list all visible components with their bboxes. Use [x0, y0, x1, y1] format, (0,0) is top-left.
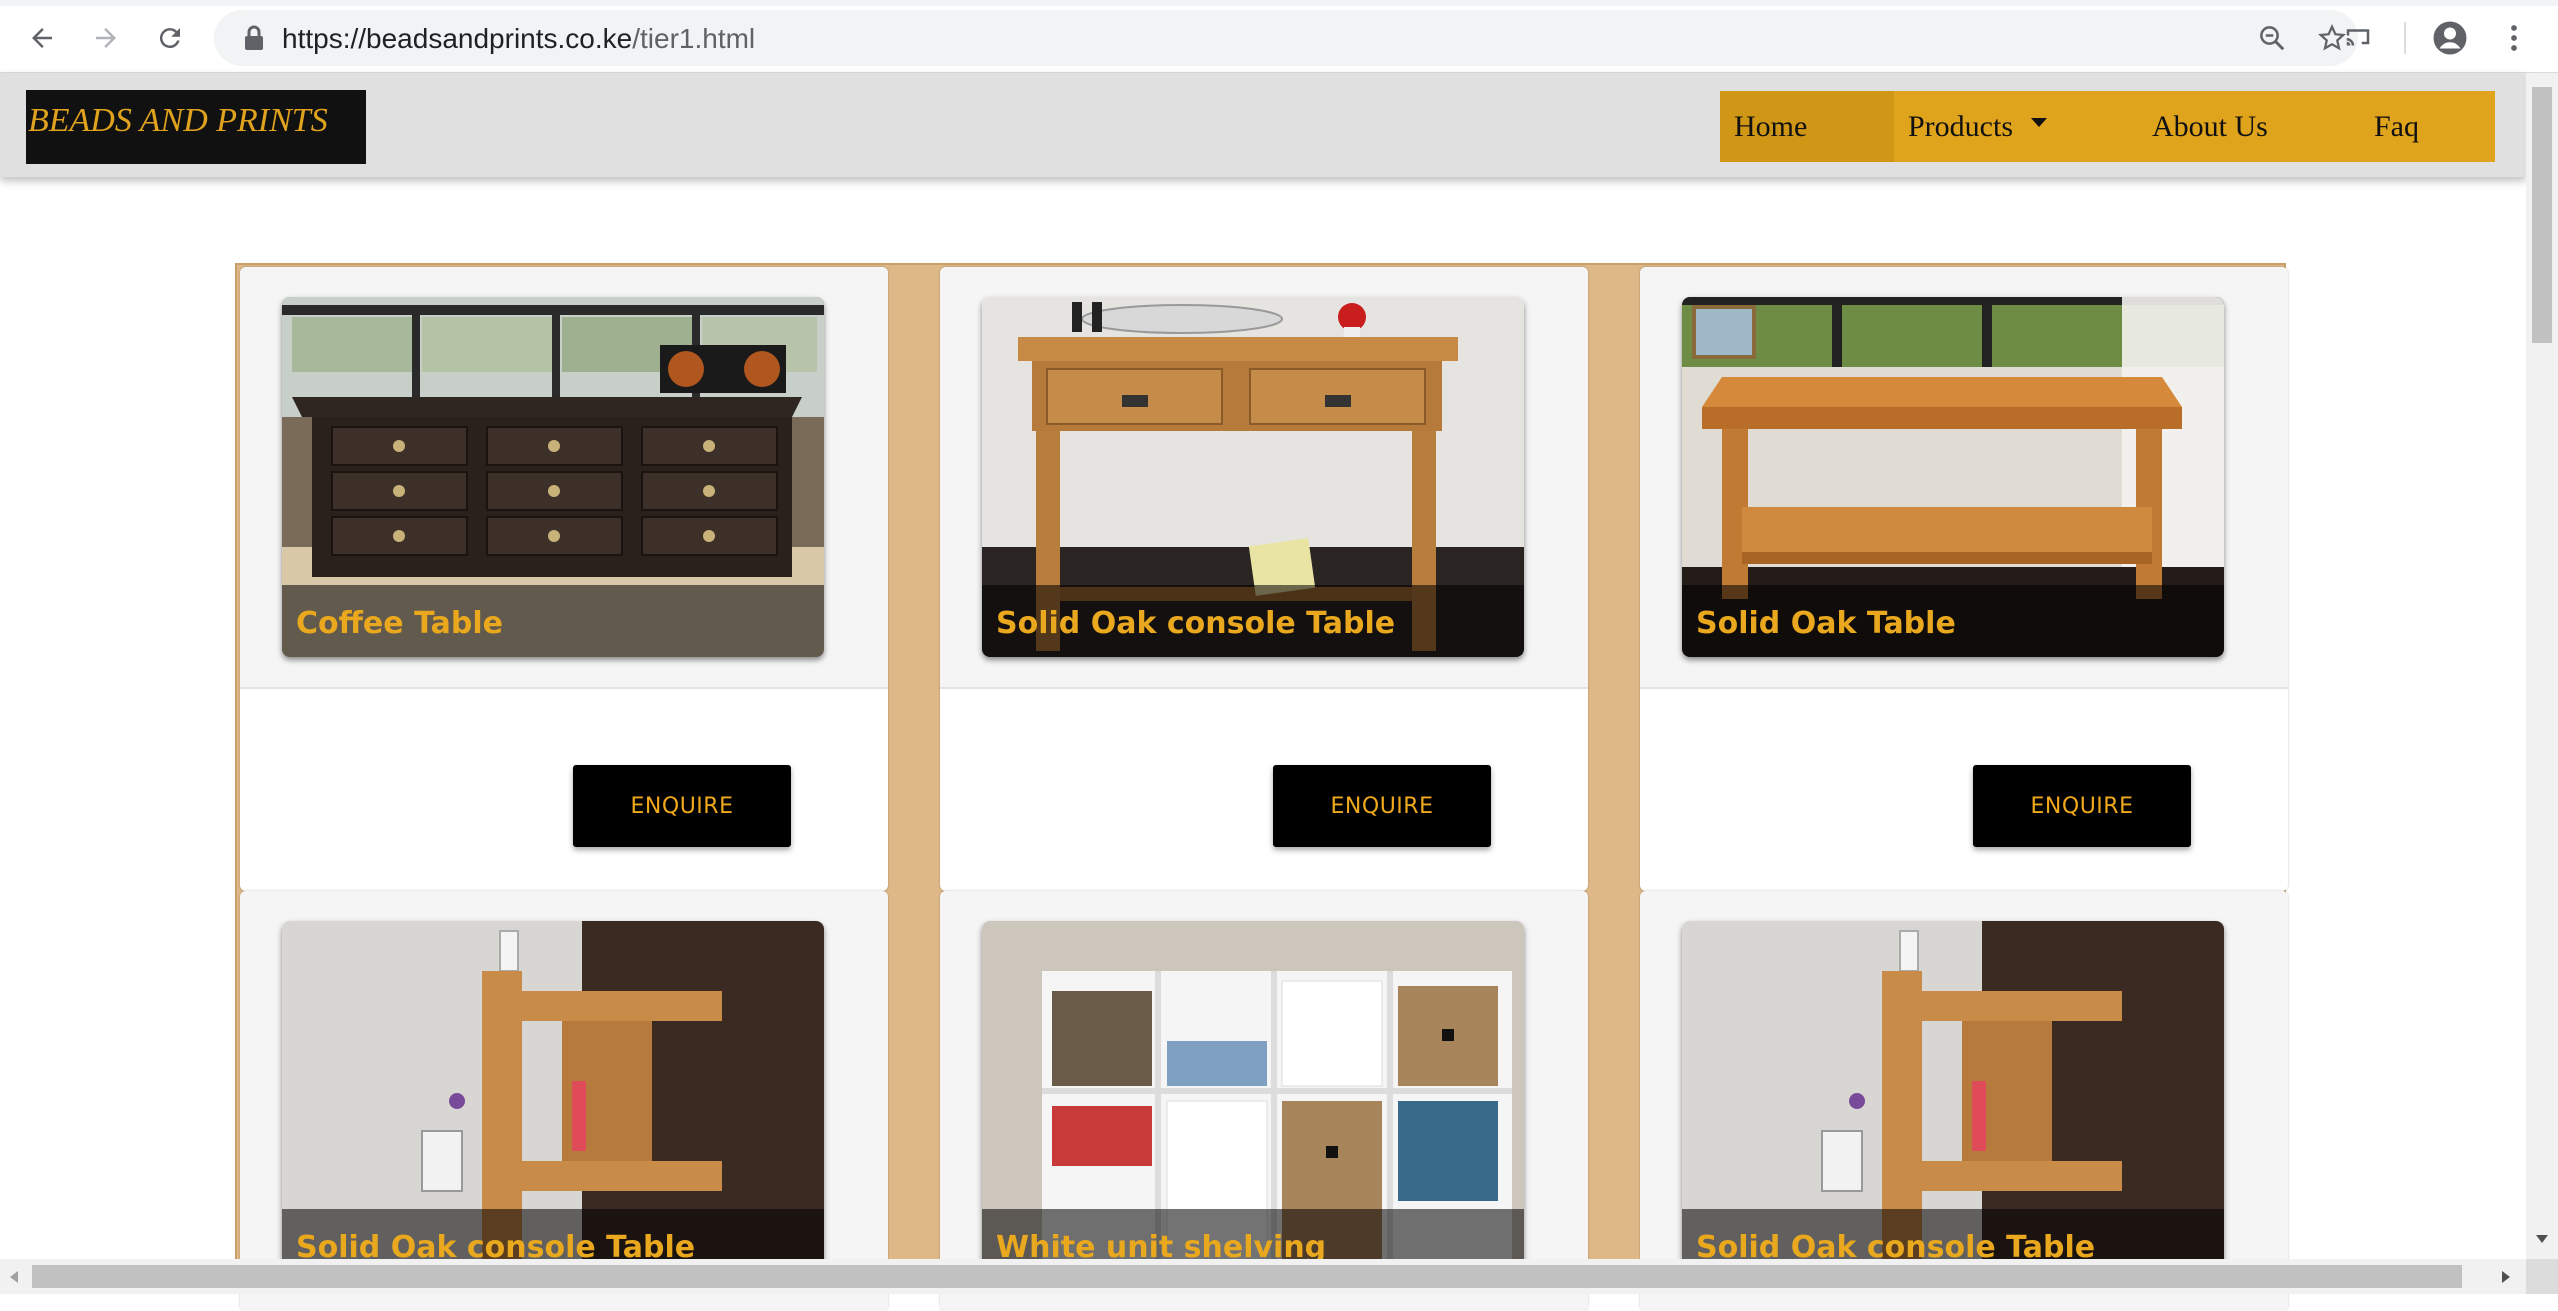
- forward-arrow-icon[interactable]: [84, 16, 128, 60]
- product-image-oak-console-table[interactable]: Solid Oak console Table: [982, 297, 1524, 657]
- vertical-scrollbar-thumb[interactable]: [2532, 87, 2552, 343]
- card-image-area: Solid Oak Table: [1640, 267, 2288, 689]
- product-card: Solid Oak console Table: [240, 891, 888, 1311]
- product-card: White unit shelving: [940, 891, 1588, 1311]
- card-image-area: White unit shelving: [940, 891, 1588, 1311]
- nav-faq-label: Faq: [2374, 109, 2419, 143]
- product-image-oak-table[interactable]: Solid Oak Table: [1682, 297, 2224, 657]
- toolbar-separator: [2404, 22, 2406, 54]
- url-path: /tier1.html: [632, 23, 756, 54]
- vertical-scrollbar[interactable]: [2526, 73, 2558, 1259]
- enquire-button[interactable]: ENQUIRE: [1273, 765, 1491, 847]
- card-image-area: Solid Oak console Table: [1640, 891, 2288, 1311]
- product-title: Solid Oak Table: [1696, 606, 1956, 641]
- url-text[interactable]: https://beadsandprints.co.ke/tier1.html: [282, 23, 755, 55]
- product-card: Coffee Table ENQUIRE: [240, 267, 888, 891]
- scrollbar-corner: [2526, 1259, 2558, 1294]
- horizontal-scrollbar-thumb[interactable]: [32, 1265, 2462, 1288]
- card-image-area: Coffee Table: [240, 267, 888, 689]
- nav-home[interactable]: Home: [1720, 91, 1894, 162]
- product-title: Coffee Table: [296, 606, 504, 641]
- nav-about-label: About Us: [2152, 109, 2268, 143]
- product-image-coffee-table[interactable]: Coffee Table: [282, 297, 824, 657]
- cast-icon[interactable]: [2336, 16, 2380, 60]
- nav-about[interactable]: About Us: [2100, 91, 2314, 162]
- product-card: Solid Oak Table ENQUIRE: [1640, 267, 2288, 891]
- nav-products-label: Products: [1908, 109, 2013, 143]
- more-vert-icon[interactable]: [2492, 16, 2536, 60]
- brand-logo[interactable]: BEADS AND PRINTS: [26, 90, 366, 164]
- card-image-area: Solid Oak console Table: [940, 267, 1588, 689]
- horizontal-scrollbar[interactable]: [0, 1259, 2526, 1294]
- url-host: https://beadsandprints.co.ke: [282, 23, 633, 54]
- zoom-icon[interactable]: [2254, 20, 2290, 56]
- enquire-button[interactable]: ENQUIRE: [1973, 765, 2191, 847]
- scroll-left-arrow-icon[interactable]: [8, 1269, 20, 1285]
- reload-icon[interactable]: [148, 16, 192, 60]
- address-bar[interactable]: https://beadsandprints.co.ke/tier1.html: [214, 10, 2358, 66]
- product-image-white-shelving[interactable]: White unit shelving: [982, 921, 1524, 1281]
- nav-products[interactable]: Products: [1894, 91, 2100, 162]
- main-nav: Home Products About Us Faq: [1720, 91, 2495, 162]
- scroll-right-arrow-icon[interactable]: [2500, 1269, 2512, 1285]
- enquire-button[interactable]: ENQUIRE: [573, 765, 791, 847]
- product-image-oak-console-side[interactable]: Solid Oak console Table: [1682, 921, 2224, 1281]
- product-title: Solid Oak console Table: [996, 606, 1396, 641]
- caret-down-icon: [2031, 118, 2047, 127]
- lock-icon[interactable]: [236, 20, 272, 56]
- account-icon[interactable]: [2428, 16, 2472, 60]
- site-header: BEADS AND PRINTS Home Products About Us …: [0, 73, 2526, 177]
- product-card: Solid Oak console Table: [1640, 891, 2288, 1311]
- product-image-oak-console-side[interactable]: Solid Oak console Table: [282, 921, 824, 1281]
- browser-toolbar: https://beadsandprints.co.ke/tier1.html: [0, 0, 2558, 73]
- tab-strip-edge: [0, 0, 2558, 6]
- product-card: Solid Oak console Table ENQUIRE: [940, 267, 1588, 891]
- scroll-down-arrow-icon[interactable]: [2534, 1233, 2550, 1245]
- nav-faq[interactable]: Faq: [2314, 91, 2495, 162]
- card-image-area: Solid Oak console Table: [240, 891, 888, 1311]
- nav-home-label: Home: [1734, 109, 1808, 143]
- back-arrow-icon[interactable]: [20, 16, 64, 60]
- product-grid: Coffee Table ENQUIRE Solid Oak console T…: [235, 263, 2288, 1311]
